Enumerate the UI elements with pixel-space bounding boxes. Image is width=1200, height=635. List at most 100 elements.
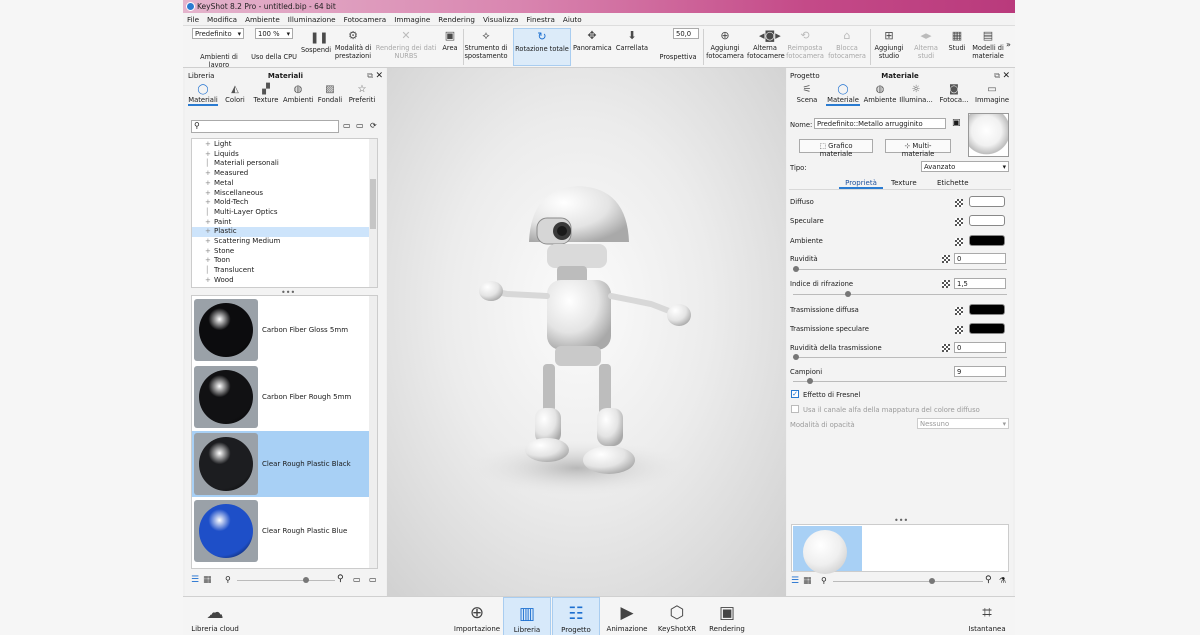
reset-camera-button[interactable]: ⟲ Reimposta fotocamera <box>785 28 825 66</box>
texture-checker-icon[interactable] <box>955 326 963 334</box>
expand-icon[interactable]: + <box>205 247 211 255</box>
samples-input[interactable]: 9 <box>954 366 1006 377</box>
pause-button[interactable]: ❚❚ Sospendi <box>299 28 333 66</box>
slider-knob[interactable] <box>793 354 799 360</box>
performance-mode-button[interactable]: ⚙ Modalità di prestazioni <box>333 28 373 66</box>
alpha-channel-checkbox[interactable] <box>791 405 799 413</box>
library-button[interactable]: ▥ Libreria <box>503 597 551 635</box>
close-icon[interactable]: ✕ <box>375 71 383 81</box>
area-button[interactable]: ▣ Area <box>439 28 461 66</box>
expand-icon[interactable]: + <box>205 256 211 264</box>
texture-checker-icon[interactable] <box>955 238 963 246</box>
add-camera-button[interactable]: ⊕ Aggiungi fotocamera <box>705 28 745 66</box>
import-button[interactable]: ⊕ Importazione <box>453 597 501 635</box>
studios-button[interactable]: ▦ Studi <box>945 28 969 66</box>
tree-item[interactable]: │ Multi-Layer Optics <box>192 208 377 218</box>
expand-icon[interactable]: + <box>205 150 211 158</box>
opacity-mode-select[interactable]: Nessuno ▾ <box>917 418 1009 429</box>
tumble-button[interactable]: ↻ Rotazione totale <box>513 28 571 66</box>
expand-icon[interactable]: + <box>205 140 211 148</box>
scrollbar-thumb[interactable] <box>370 179 376 229</box>
ior-slider[interactable] <box>793 291 1007 297</box>
menu-image[interactable]: Immagine <box>390 13 434 24</box>
save-material-icon[interactable]: ▣ <box>952 118 961 128</box>
slider-knob[interactable] <box>793 266 799 272</box>
material-thumb[interactable]: Carbon Fiber Gloss 5mm <box>192 297 375 363</box>
menu-edit[interactable]: Modifica <box>203 13 241 24</box>
expand-icon[interactable]: + <box>205 237 211 245</box>
ior-input[interactable]: 1,5 <box>954 278 1006 289</box>
expand-icon[interactable]: + <box>205 179 211 187</box>
tree-item[interactable]: + Scattering Medium <box>192 237 377 247</box>
tree-scrollbar[interactable] <box>369 139 377 287</box>
eyedropper-icon[interactable]: ⚗ <box>999 576 1006 585</box>
expand-icon[interactable]: + <box>205 276 211 284</box>
material-thumb[interactable]: Clear Rough Plastic Black <box>192 431 375 497</box>
project-button[interactable]: ☷ Progetto <box>552 597 600 635</box>
specular-transmission-swatch[interactable] <box>969 323 1005 334</box>
tab-scene[interactable]: ⚟ Scena <box>792 83 822 104</box>
texture-checker-icon[interactable] <box>955 307 963 315</box>
lock-camera-button[interactable]: ⌂ Blocca fotocamera <box>827 28 867 66</box>
texture-checker-icon[interactable] <box>955 218 963 226</box>
samples-slider[interactable] <box>793 378 1007 384</box>
switch-camera-button[interactable]: ◂◙▸ Alterna fotocamere <box>747 28 785 66</box>
subtab-properties[interactable]: Proprietà <box>839 179 883 189</box>
dolly-button[interactable]: ⬇ Carrellata <box>613 28 651 66</box>
expand-icon[interactable]: + <box>205 169 211 177</box>
thumbnail-size-slider[interactable] <box>833 578 983 584</box>
grid-view-icon[interactable]: ▦ <box>803 576 812 586</box>
render-button[interactable]: ▣ Rendering <box>703 597 751 635</box>
material-graph-button[interactable]: ⬚ Grafico materiale <box>799 139 873 158</box>
library-search-input[interactable]: ⚲ <box>191 120 339 133</box>
zoom-out-icon[interactable]: ⚲ <box>225 575 231 584</box>
add-studio-button[interactable]: ⊞ Aggiungi studio <box>871 28 907 66</box>
animation-button[interactable]: ▶ Animazione <box>603 597 651 635</box>
perspective-button[interactable]: Prospettiva <box>655 28 701 66</box>
menu-help[interactable]: Aiuto <box>559 13 586 24</box>
zoom-in-icon[interactable]: ⚲ <box>985 575 992 585</box>
material-thumb[interactable]: Clear Rough Plastic Blue <box>192 498 375 564</box>
material-templates-button[interactable]: ▤ Modelli di materiale <box>971 28 1005 66</box>
tree-item[interactable]: │ Materiali personali <box>192 159 377 169</box>
tree-item[interactable]: + Stone <box>192 247 377 257</box>
tree-item[interactable]: + Mold-Tech <box>192 198 377 208</box>
import-folder-icon[interactable]: ▭ <box>353 575 361 584</box>
grid-view-icon[interactable]: ▦ <box>203 575 212 585</box>
folder-icon[interactable]: ▭ <box>343 121 351 130</box>
material-type-select[interactable]: Avanzato ▾ <box>921 161 1009 172</box>
menu-window[interactable]: Finestra <box>522 13 559 24</box>
tab-backplates[interactable]: ▨ Fondali <box>315 83 345 104</box>
zoom-in-icon[interactable]: ⚲ <box>337 574 344 584</box>
close-icon[interactable]: ✕ <box>1002 71 1010 81</box>
tree-item[interactable]: + Miscellaneous <box>192 189 377 199</box>
slider-knob[interactable] <box>807 378 813 384</box>
pan-button[interactable]: ✥ Panoramica <box>573 28 612 66</box>
cpu-button[interactable]: Uso della CPU <box>251 28 297 66</box>
thumbnail-size-slider[interactable] <box>237 577 335 583</box>
tree-item[interactable]: │ Translucent <box>192 266 377 276</box>
expand-icon[interactable]: + <box>205 227 211 235</box>
menu-environment[interactable]: Ambiente <box>241 13 284 24</box>
transmission-roughness-input[interactable]: 0 <box>954 342 1006 353</box>
refresh-icon[interactable]: ⟳ <box>370 121 377 130</box>
texture-checker-icon[interactable] <box>942 280 950 288</box>
tab-environment[interactable]: ◍ Ambiente <box>863 83 897 104</box>
multi-material-button[interactable]: ⊹ Multi-materiale <box>885 139 951 158</box>
undock-icon[interactable]: ⧉ <box>367 71 373 81</box>
render-viewport[interactable] <box>387 68 786 596</box>
tree-item[interactable]: + Toon <box>192 256 377 266</box>
screenshot-button[interactable]: ⌗ Istantanea <box>963 597 1011 635</box>
tab-lighting[interactable]: ☼ Illumina... <box>899 83 933 104</box>
roughness-slider[interactable] <box>793 266 1007 272</box>
menu-camera[interactable]: Fotocamera <box>340 13 391 24</box>
tree-item[interactable]: + Liquids <box>192 150 377 160</box>
export-folder-icon[interactable]: ▭ <box>369 575 377 584</box>
material-name-input[interactable]: Predefinito::Metallo arrugginito <box>814 118 946 129</box>
slider-knob[interactable] <box>845 291 851 297</box>
toolbar-overflow-icon[interactable]: » <box>1006 40 1011 49</box>
expand-icon[interactable]: + <box>205 218 211 226</box>
subtab-textures[interactable]: Texture <box>891 179 917 187</box>
expand-icon[interactable]: + <box>205 189 211 197</box>
transmission-roughness-slider[interactable] <box>793 354 1007 360</box>
